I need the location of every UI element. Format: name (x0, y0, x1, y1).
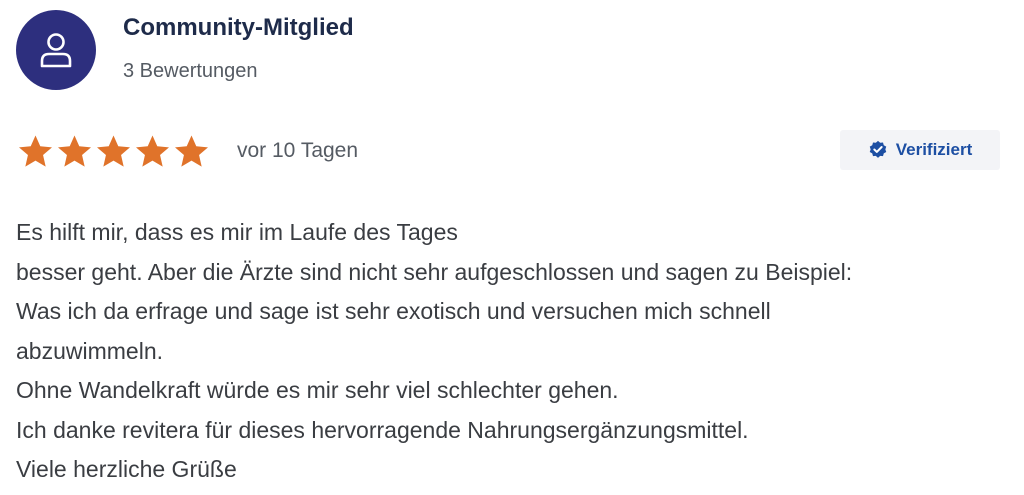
review-date: vor 10 Tagen (237, 139, 359, 162)
review-count: 3 Bewertungen (123, 60, 258, 82)
verified-badge: Verifiziert (840, 130, 1000, 170)
review-text: Es hilft mir, dass es mir im Laufe des T… (16, 213, 1016, 490)
review-line: Ohne Wandelkraft würde es mir sehr viel … (16, 377, 619, 403)
review-line: besser geht. Aber die Ärzte sind nicht s… (16, 258, 853, 285)
review-line: Es hilft mir, dass es mir im Laufe des T… (16, 219, 458, 245)
author-name: Community-Mitglied (123, 14, 354, 41)
star-rating (17, 133, 210, 170)
review-line: Was ich da erfrage und sage ist sehr exo… (16, 298, 771, 324)
verified-check-icon (869, 140, 886, 158)
review-line: Ich danke revitera für dieses hervorrage… (16, 416, 749, 443)
user-icon (40, 33, 72, 68)
star-icon (175, 135, 208, 167)
verified-label: Verifiziert (895, 140, 973, 159)
star-icon (19, 135, 52, 167)
avatar (16, 10, 96, 90)
review-line: Viele herzliche Grüße (16, 456, 237, 482)
star-icon (97, 135, 130, 167)
star-icon (58, 135, 91, 167)
review-line: abzuwimmeln. (16, 337, 163, 364)
star-icon (136, 135, 169, 167)
